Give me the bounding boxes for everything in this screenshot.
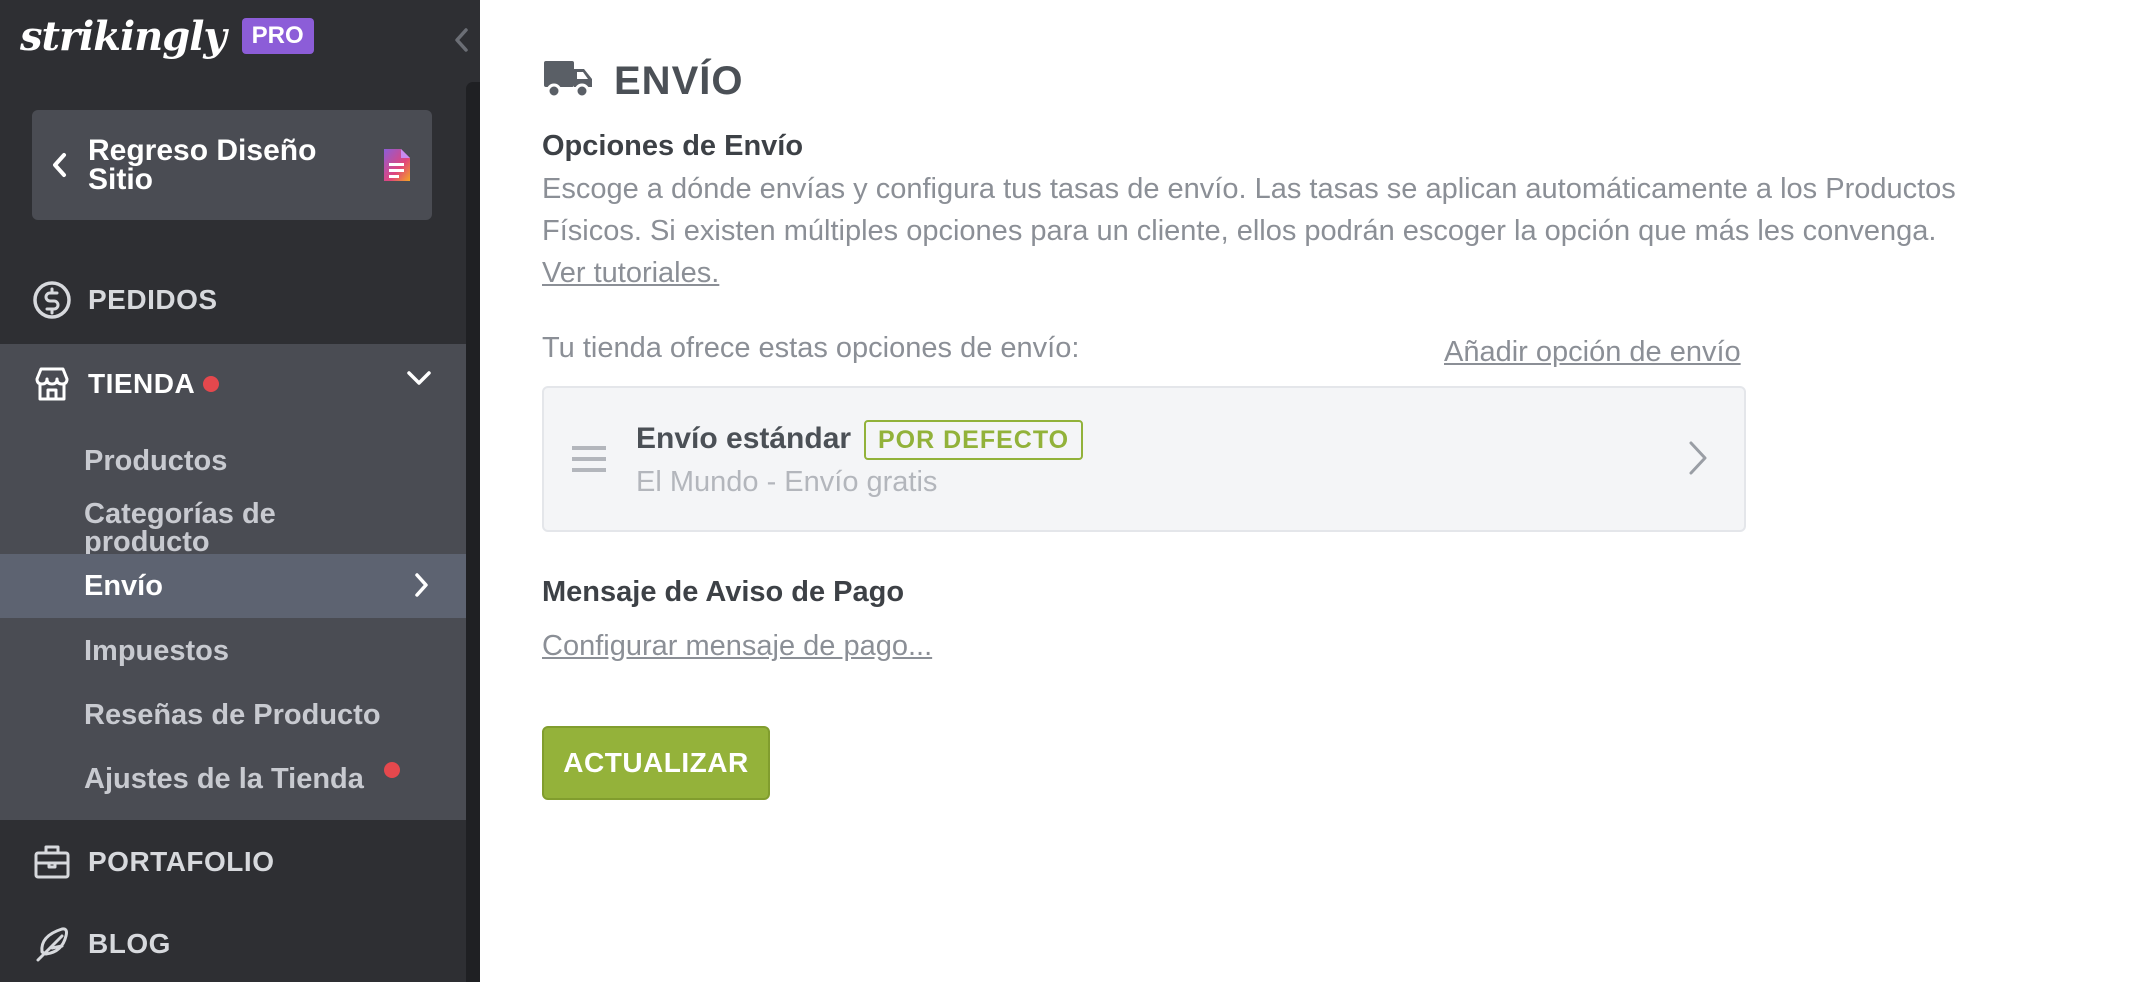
submenu-item-label: Reseñas de Producto bbox=[84, 699, 381, 731]
sidebar: strikingly PRO Regreso Diseño Sitio PEDI… bbox=[0, 0, 480, 982]
nav-item-portafolio[interactable]: PORTAFOLIO bbox=[0, 832, 466, 892]
page-title: ENVÍO bbox=[614, 58, 744, 103]
chevron-right-icon bbox=[1688, 440, 1708, 481]
chevron-left-icon bbox=[50, 151, 78, 179]
pro-badge: PRO bbox=[241, 18, 314, 54]
nav-item-blog[interactable]: BLOG bbox=[0, 914, 466, 974]
store-submenu: Productos Categorías de producto Envío I… bbox=[0, 424, 466, 820]
feather-icon bbox=[32, 924, 72, 964]
submenu-item-productos[interactable]: Productos bbox=[0, 438, 466, 484]
page-header: ENVÍO bbox=[542, 58, 743, 104]
submenu-item-label: Impuestos bbox=[84, 635, 230, 667]
back-to-site-design-button[interactable]: Regreso Diseño Sitio bbox=[32, 110, 432, 220]
nav-item-label: BLOG bbox=[88, 928, 171, 959]
nav-item-label: PORTAFOLIO bbox=[88, 846, 275, 877]
submenu-item-ajustes[interactable]: Ajustes de la Tienda bbox=[0, 756, 466, 802]
dollar-circle-icon bbox=[32, 280, 72, 320]
submenu-item-label: Categorías de producto bbox=[84, 498, 276, 558]
nav-item-pedidos[interactable]: PEDIDOS bbox=[0, 270, 466, 330]
nav-item-tienda[interactable]: TIENDA bbox=[0, 344, 466, 424]
shipping-option-detail: El Mundo - Envío gratis bbox=[636, 466, 938, 498]
shipping-option-card[interactable]: Envío estándar POR DEFECTO El Mundo - En… bbox=[542, 386, 1746, 532]
payment-notice-heading: Mensaje de Aviso de Pago bbox=[542, 576, 905, 608]
update-button[interactable]: ACTUALIZAR bbox=[542, 726, 770, 800]
submenu-item-label: Ajustes de la Tienda bbox=[84, 763, 364, 795]
add-shipping-option-link[interactable]: Añadir opción de envío bbox=[1444, 336, 1741, 369]
nav-item-label: PEDIDOS bbox=[88, 284, 218, 315]
submenu-item-envio[interactable]: Envío bbox=[0, 554, 466, 618]
briefcase-icon bbox=[32, 842, 72, 882]
notification-dot bbox=[384, 762, 400, 778]
configure-payment-message-link[interactable]: Configurar mensaje de pago... bbox=[542, 630, 932, 663]
shipping-options-heading: Opciones de Envío bbox=[542, 130, 804, 162]
shipping-option-name: Envío estándar bbox=[636, 422, 852, 455]
submenu-item-label: Productos bbox=[84, 445, 228, 477]
shipping-options-description: Escoge a dónde envías y configura tus ta… bbox=[542, 168, 1982, 294]
tutorials-link[interactable]: Ver tutoriales. bbox=[542, 257, 719, 289]
main-content: ENVÍO Opciones de Envío Escoge a dónde e… bbox=[542, 0, 1956, 982]
default-badge: POR DEFECTO bbox=[864, 420, 1084, 460]
submenu-item-label: Envío bbox=[84, 570, 163, 602]
chevron-down-icon bbox=[406, 370, 432, 391]
drag-handle-icon[interactable] bbox=[572, 444, 606, 474]
brand-logo: strikingly bbox=[20, 12, 227, 60]
store-offers-label: Tu tienda ofrece estas opciones de envío… bbox=[542, 332, 1080, 364]
collapse-sidebar-button[interactable] bbox=[446, 22, 476, 58]
submenu-item-impuestos[interactable]: Impuestos bbox=[0, 628, 466, 674]
submenu-item-resenas[interactable]: Reseñas de Producto bbox=[0, 692, 466, 738]
store-icon bbox=[32, 364, 72, 404]
chevron-right-icon bbox=[414, 572, 430, 603]
brand: strikingly PRO bbox=[20, 10, 314, 62]
nav-item-label: TIENDA bbox=[88, 368, 196, 399]
sidebar-scrollbar[interactable] bbox=[466, 82, 480, 982]
notification-dot bbox=[203, 376, 219, 392]
chevron-left-icon bbox=[455, 28, 468, 52]
back-to-site-design-label: Regreso Diseño Sitio bbox=[88, 134, 317, 196]
description-text: Escoge a dónde envías y configura tus ta… bbox=[542, 173, 1956, 247]
truck-icon bbox=[542, 57, 594, 106]
document-icon bbox=[382, 147, 412, 183]
